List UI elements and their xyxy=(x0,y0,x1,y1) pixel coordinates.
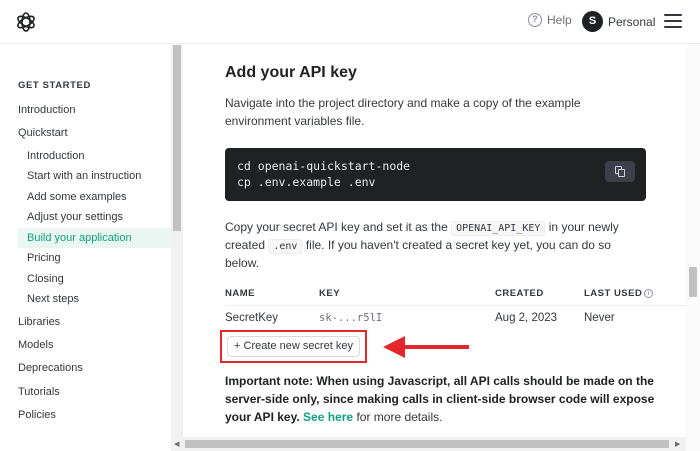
sidebar-subitem-build-application[interactable]: Build your application xyxy=(18,228,171,248)
sidebar-subitem-introduction[interactable]: Introduction xyxy=(27,150,84,162)
col-header-created: CREATED xyxy=(495,288,544,299)
sidebar-subitem-start-with-instruction[interactable]: Start with an instruction xyxy=(27,170,141,182)
note-rest: for more details. xyxy=(356,410,443,424)
top-header: ? Help S Personal xyxy=(0,0,700,44)
main-scrollbar[interactable] xyxy=(686,45,700,451)
inline-code-env-file: .env xyxy=(268,239,303,254)
api-key-paragraph-line1: Copy your secret API key and set it as t… xyxy=(225,220,619,236)
table-divider xyxy=(225,305,686,306)
menu-icon[interactable] xyxy=(664,14,682,28)
horizontal-scrollbar-thumb[interactable] xyxy=(185,440,669,448)
sidebar-subitem-closing[interactable]: Closing xyxy=(27,273,64,285)
see-here-link[interactable]: See here xyxy=(303,410,353,424)
sidebar-scrollbar-thumb[interactable] xyxy=(173,45,181,231)
sidebar-subitem-next-steps[interactable]: Next steps xyxy=(27,293,79,305)
inline-code-env-var: OPENAI_API_KEY xyxy=(451,221,546,236)
sidebar-item-libraries[interactable]: Libraries xyxy=(18,316,60,328)
help-label: Help xyxy=(547,13,572,27)
sidebar-item-policies[interactable]: Policies xyxy=(18,409,56,421)
code-line-2: cp .env.example .env xyxy=(237,175,376,189)
help-link[interactable]: ? Help xyxy=(528,13,572,27)
sidebar-scrollbar[interactable] xyxy=(171,45,183,451)
sidebar-subitem-add-examples[interactable]: Add some examples xyxy=(27,191,127,203)
openai-logo-icon[interactable] xyxy=(14,10,38,34)
sidebar-item-tutorials[interactable]: Tutorials xyxy=(18,386,60,398)
col-header-name: NAME xyxy=(225,288,255,299)
col-header-last-used: LAST USED i xyxy=(584,288,654,299)
sidebar-item-deprecations[interactable]: Deprecations xyxy=(18,362,83,374)
scroll-right-icon[interactable]: ▶ xyxy=(675,440,680,448)
key-value-cell: sk-...r5lI xyxy=(319,312,383,324)
important-note: Important note: When using Javascript, a… xyxy=(225,372,665,426)
section-heading: Add your API key xyxy=(225,64,357,81)
sidebar-section-title: GET STARTED xyxy=(18,80,91,91)
main-scrollbar-thumb[interactable] xyxy=(689,267,697,297)
avatar[interactable]: S xyxy=(582,11,603,32)
highlight-box: + Create new secret key xyxy=(220,330,367,363)
key-created-cell: Aug 2, 2023 xyxy=(495,312,558,324)
sidebar-subitem-pricing[interactable]: Pricing xyxy=(27,252,61,264)
intro-text-line2: environment variables file. xyxy=(225,114,365,128)
red-arrow-icon xyxy=(383,336,469,358)
key-name-cell: SecretKey xyxy=(225,312,279,324)
scroll-left-icon[interactable]: ◀ xyxy=(174,440,179,448)
api-key-paragraph-line2: created .env file. If you haven't create… xyxy=(225,238,611,254)
code-line-1: cd openai-quickstart-node xyxy=(237,159,411,173)
info-icon[interactable]: i xyxy=(644,288,654,298)
sidebar: GET STARTED Introduction Quickstart Intr… xyxy=(0,45,171,451)
sidebar-item-introduction[interactable]: Introduction xyxy=(18,104,75,116)
col-header-key: KEY xyxy=(319,288,341,299)
key-last-used-cell: Never xyxy=(584,312,615,324)
account-label[interactable]: Personal xyxy=(608,15,655,29)
sidebar-item-quickstart[interactable]: Quickstart xyxy=(18,127,68,139)
main-content: Add your API key Navigate into the proje… xyxy=(183,45,686,451)
sidebar-item-models[interactable]: Models xyxy=(18,339,53,351)
horizontal-scrollbar[interactable]: ◀ ▶ xyxy=(171,437,686,451)
sidebar-subitem-adjust-settings[interactable]: Adjust your settings xyxy=(27,211,123,223)
code-block: cd openai-quickstart-node cp .env.exampl… xyxy=(225,148,646,201)
copy-code-button[interactable] xyxy=(605,161,635,182)
help-icon: ? xyxy=(528,13,542,27)
create-secret-key-button[interactable]: + Create new secret key xyxy=(227,336,360,357)
intro-text-line1: Navigate into the project directory and … xyxy=(225,96,581,110)
api-key-paragraph-line3: below. xyxy=(225,256,260,270)
